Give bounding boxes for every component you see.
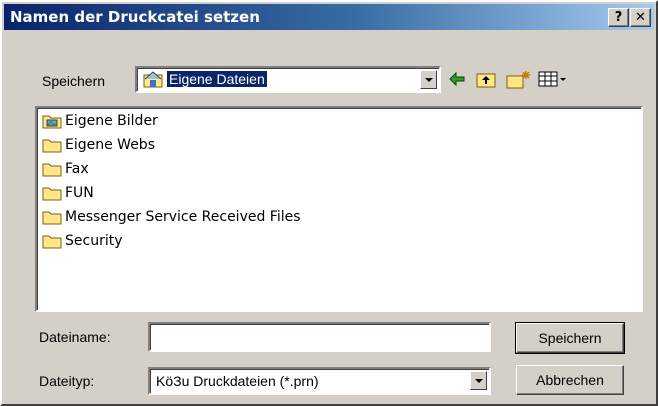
- file-name: Fax: [65, 161, 89, 177]
- file-name: FUN: [65, 185, 94, 201]
- chevron-down-icon[interactable]: [420, 70, 437, 89]
- title-bar[interactable]: Namen der Druckcatei setzen ? ✕: [4, 4, 654, 30]
- window-title: Namen der Druckcatei setzen: [10, 8, 260, 26]
- list-item[interactable]: Eigene Bilder: [42, 110, 158, 132]
- list-item[interactable]: Messenger Service Received Files: [42, 206, 301, 228]
- new-folder-icon[interactable]: [506, 70, 532, 90]
- file-name: Security: [65, 233, 123, 249]
- pictures-folder-icon: [42, 113, 62, 129]
- folder-icon: [42, 161, 62, 177]
- save-in-label: Speichern: [42, 73, 106, 89]
- list-item[interactable]: Eigene Webs: [42, 134, 155, 156]
- file-name: Eigene Bilder: [65, 113, 158, 129]
- help-button[interactable]: ?: [608, 8, 629, 27]
- save-in-value: Eigene Dateien: [167, 71, 267, 87]
- filetype-value: KöЗu Druckdateien (*.prn): [156, 373, 319, 389]
- chevron-down-icon[interactable]: [470, 371, 487, 390]
- view-menu-icon[interactable]: [538, 70, 568, 90]
- list-item[interactable]: Fax: [42, 158, 89, 180]
- cancel-button[interactable]: Abbrechen: [516, 365, 624, 395]
- folder-icon: [42, 233, 62, 249]
- close-button[interactable]: ✕: [630, 8, 651, 27]
- save-print-file-dialog: Namen der Druckcatei setzen ? ✕ Speicher…: [0, 0, 658, 406]
- save-button[interactable]: Speichern: [515, 322, 625, 354]
- up-folder-icon[interactable]: [476, 70, 498, 90]
- file-name: Eigene Webs: [65, 137, 155, 153]
- filename-label: Dateiname:: [39, 329, 111, 345]
- list-item[interactable]: Security: [42, 230, 123, 252]
- filetype-combobox[interactable]: KöЗu Druckdateien (*.prn): [148, 367, 491, 395]
- filename-field[interactable]: [148, 322, 491, 352]
- my-documents-icon: [143, 70, 163, 91]
- folder-icon: [42, 137, 62, 153]
- filetype-label: Dateityp:: [39, 373, 95, 389]
- back-arrow-icon[interactable]: [447, 70, 467, 90]
- save-in-combobox[interactable]: Eigene Dateien: [135, 66, 441, 93]
- list-item[interactable]: FUN: [42, 182, 94, 204]
- folder-icon: [42, 209, 62, 225]
- folder-icon: [42, 185, 62, 201]
- file-name: Messenger Service Received Files: [65, 209, 301, 225]
